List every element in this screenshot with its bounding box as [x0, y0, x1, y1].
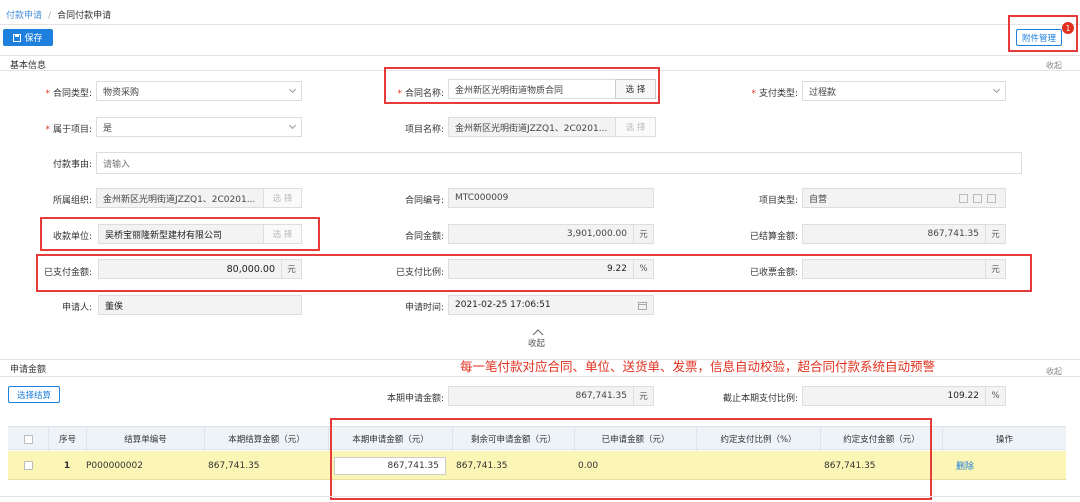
is-project-select[interactable]: 是: [96, 117, 302, 137]
contract-no-label: 合同编号:: [404, 196, 444, 206]
cutoff-ratio-label: 截止本期支付比例:: [722, 394, 798, 404]
chevron-up-icon[interactable]: [532, 329, 544, 336]
contract-amount-field: 3,901,000.00: [448, 224, 634, 244]
section-divider: [0, 376, 1080, 377]
breadcrumb-current: 合同付款申请: [57, 11, 112, 21]
payee-select-button: 选 择: [263, 224, 302, 244]
payee-label: 收款单位:: [52, 232, 92, 242]
settled-amount-label: 已结算金额:: [749, 232, 798, 242]
breadcrumb-parent-link[interactable]: 付款申请: [6, 11, 42, 21]
calendar-icon: [638, 302, 647, 310]
cutoff-ratio-field: 109.22: [802, 386, 986, 406]
save-button[interactable]: 保存: [3, 29, 53, 46]
row-settle-amount: 867,741.35: [208, 460, 260, 471]
chevron-down-icon: [288, 121, 297, 130]
org-field: 金州新区光明街道JZZQ1、2C0201...: [96, 188, 264, 208]
invoice-amount-field: [802, 259, 986, 279]
col-header-index: 序号: [48, 427, 86, 451]
project-name-label: 项目名称:: [404, 125, 444, 135]
project-name-field: 金州新区光明街道JZZQ1、2C0201...: [448, 117, 616, 137]
payment-type-select[interactable]: 过程款: [802, 81, 1006, 101]
payment-reason-input[interactable]: [96, 152, 1022, 174]
header-divider: [0, 24, 1080, 25]
project-name-select-button: 选 择: [615, 117, 656, 137]
current-apply-unit: 元: [634, 386, 654, 406]
annotation-text: 每一笔付款对应合同、单位、送货单、发票，信息自动校验，超合同付款系统自动预警: [460, 359, 936, 374]
section-divider: [0, 55, 1080, 56]
org-select-button: 选 择: [263, 188, 302, 208]
contract-name-select-button[interactable]: 选 择: [615, 79, 656, 99]
attachment-manage-button[interactable]: 附件管理: [1016, 29, 1062, 46]
invoice-amount-unit: 元: [986, 259, 1006, 279]
select-settlement-button[interactable]: 选择结算: [8, 386, 60, 403]
org-label: 所属组织:: [52, 196, 92, 206]
apply-time-field[interactable]: 2021-02-25 17:06:51: [448, 295, 654, 315]
tree-select-icon: [959, 194, 996, 203]
delete-link-label: 删除: [956, 462, 975, 472]
contract-amount-label: 合同金额:: [404, 232, 444, 242]
row-checkbox-cell: [8, 451, 48, 480]
chevron-down-icon: [288, 85, 297, 94]
col-header-settle-amount: 本期结算金额（元）: [204, 427, 328, 451]
fold-toggle-label[interactable]: 收起: [528, 337, 545, 349]
paid-amount-label: 已支付金额:: [43, 268, 92, 278]
contract-name-label: * 合同名称:: [397, 89, 444, 99]
paid-amount-unit: 元: [282, 259, 302, 279]
contract-name-field[interactable]: 金州新区光明街道物质合同: [448, 79, 616, 99]
select-all-checkbox[interactable]: [23, 434, 33, 444]
paid-ratio-label: 已支付比例:: [395, 268, 444, 278]
section-divider: [0, 496, 1080, 497]
project-kind-label: 项目类型:: [758, 196, 798, 206]
breadcrumb-separator: /: [48, 11, 52, 21]
payment-reason-label: 付款事由:: [52, 160, 92, 170]
breadcrumb: 付款申请 / 合同付款申请: [6, 8, 112, 21]
save-icon: [13, 33, 22, 42]
contract-type-label: * 合同类型:: [45, 89, 92, 99]
applicant-label: 申请人:: [61, 303, 92, 313]
cutoff-ratio-unit: %: [986, 386, 1006, 406]
is-project-label: * 属于项目:: [45, 125, 92, 135]
paid-ratio-field: 9.22: [448, 259, 634, 279]
annotation-box-table: [330, 418, 932, 500]
payment-type-label: * 支付类型:: [751, 89, 798, 99]
contract-amount-unit: 元: [634, 224, 654, 244]
current-apply-field: 867,741.35: [448, 386, 634, 406]
apply-amount-title: 申请金额: [10, 365, 47, 375]
paid-amount-field: 80,000.00: [98, 259, 282, 279]
attachment-count-badge: 1: [1062, 22, 1074, 34]
invoice-amount-label: 已收票金额:: [749, 268, 798, 278]
project-kind-field: 自营: [802, 188, 1006, 208]
applicant-field: 董俟: [98, 295, 302, 315]
attachment-button-label: 附件管理: [1021, 33, 1056, 44]
contract-type-select[interactable]: 物资采购: [96, 81, 302, 101]
settled-amount-field: 867,741.35: [802, 224, 986, 244]
chevron-down-icon: [992, 85, 1001, 94]
select-all-cell: [8, 427, 48, 451]
row-checkbox[interactable]: [23, 461, 33, 470]
col-header-settlement-no: 结算单编号: [86, 427, 204, 451]
save-button-label: 保存: [24, 34, 43, 44]
current-apply-label: 本期申请金额:: [386, 394, 444, 404]
settled-amount-unit: 元: [986, 224, 1006, 244]
row-settlement-no: P000000002: [86, 460, 143, 471]
contract-no-field: MTC000009: [448, 188, 654, 208]
col-header-action: 操作: [942, 427, 1066, 451]
apply-time-label: 申请时间:: [404, 303, 444, 313]
payee-field: 吴桥宝丽隆新型建材有限公司: [98, 224, 264, 244]
row-index: 1: [63, 460, 71, 471]
paid-ratio-unit: %: [634, 259, 654, 279]
row-delete-link[interactable]: 删除: [956, 451, 1066, 480]
